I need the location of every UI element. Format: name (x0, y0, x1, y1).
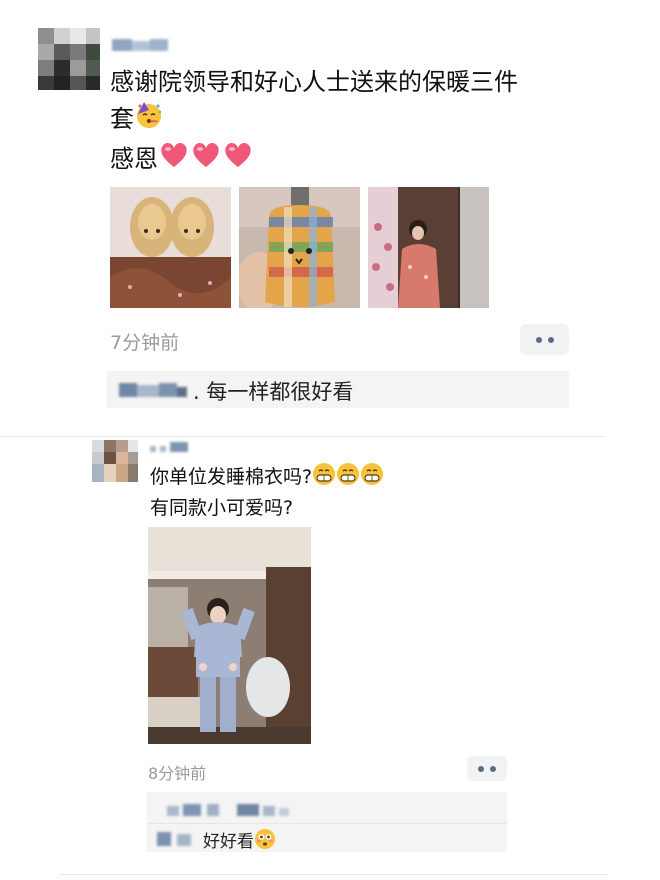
grinning-face-emoji (336, 462, 360, 494)
commenter-name[interactable] (157, 830, 197, 846)
flushed-face-emoji (254, 828, 276, 855)
photo-pajama-room[interactable] (148, 527, 311, 744)
more-options-button[interactable] (467, 756, 507, 781)
partying-face-emoji (134, 100, 164, 140)
dot-icon (535, 336, 542, 343)
grinning-face-emoji (360, 462, 384, 494)
heart-emoji (158, 140, 190, 180)
avatar[interactable] (38, 28, 100, 90)
dot-icon (547, 336, 554, 343)
post-timestamp: 8分钟前 (148, 764, 207, 783)
photo-thumbnail-hot-water-bag[interactable] (239, 187, 360, 308)
user-name[interactable] (150, 440, 190, 454)
post-timestamp: 7分钟前 (110, 332, 180, 354)
photo-thumbnail-mirror-selfie[interactable] (368, 187, 489, 308)
post-text-line: 有同款小可爱吗? (150, 497, 294, 519)
comment-divider (147, 823, 507, 824)
avatar[interactable] (92, 440, 138, 482)
post-text: 感谢院领导和好心人士送来的保暖三件 套 感恩 (110, 64, 518, 180)
user-name[interactable] (112, 37, 168, 53)
more-options-button[interactable] (520, 324, 569, 355)
dot-icon (478, 765, 484, 772)
comment-area: 好好看 (147, 792, 507, 852)
divider (0, 436, 604, 437)
divider (60, 874, 608, 875)
comment-area: . 每一样都很好看 (107, 371, 569, 408)
grinning-face-emoji (312, 462, 336, 494)
post-text-line: 套 (110, 105, 134, 133)
heart-emoji (222, 140, 254, 180)
post-text-line: 你单位发睡棉衣吗? (150, 466, 313, 488)
commenter-name[interactable] (119, 381, 189, 399)
comment-text: 好好看 (203, 832, 254, 852)
photo-thumbnail-slippers[interactable] (110, 187, 231, 308)
post-text-line: 感谢院领导和好心人士送来的保暖三件 (110, 68, 518, 96)
dot-icon (490, 765, 496, 772)
comment-text: . 每一样都很好看 (193, 380, 354, 404)
post-text-line: 感恩 (110, 145, 158, 173)
heart-emoji (190, 140, 222, 180)
post-text: 你单位发睡棉衣吗? 有同款小可爱吗? (150, 462, 384, 522)
commenter-name[interactable] (167, 802, 297, 818)
